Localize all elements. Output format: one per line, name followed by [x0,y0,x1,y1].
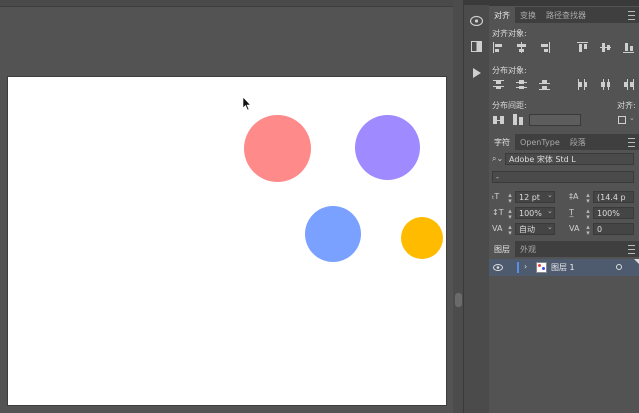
layer-name[interactable]: 图层 1 [551,262,575,273]
horizontal-scale-stepper[interactable]: ▴ ▾ [585,208,591,221]
distribute-right-icon[interactable] [623,79,634,90]
align-to-label: 对齐: [617,101,636,110]
align-bottom-icon[interactable] [623,42,634,53]
arrow-cursor-icon [242,96,252,111]
font-size-stepper[interactable]: ▴ ▾ [507,192,513,205]
tab-align[interactable]: 对齐 [489,7,515,23]
font-size-icon: ₜT [492,192,500,201]
align-panel-tabbar: 对齐 变换 路径查找器 [489,7,639,23]
collapsed-panel-strip [463,0,490,413]
align-hcenter-icon[interactable] [516,42,527,53]
scrollbar-thumb[interactable] [455,293,462,307]
tracking-icon: VA [569,224,580,233]
panel-menu-icon[interactable] [628,138,635,147]
layer-thumbnail [536,262,547,273]
canvas-workspace[interactable] [0,0,463,413]
tab-layers[interactable]: 图层 [489,241,515,257]
distribute-spacing-horizontal-icon[interactable] [513,114,524,125]
align-vcenter-icon[interactable] [600,42,611,53]
align-right-icon[interactable] [539,42,550,53]
tab-character[interactable]: 字符 [489,134,515,150]
kerning-stepper[interactable]: ▴ ▾ [507,224,513,237]
distribute-spacing-label: 分布间距: [492,101,527,110]
distribute-vcenter-icon[interactable] [516,79,527,90]
kerning-dropdown-icon[interactable]: ⌄ [547,223,553,231]
strip-header [464,0,489,5]
document-tab-strip [0,0,463,7]
vertical-scrollbar[interactable] [453,0,463,413]
tab-appearance[interactable]: 外观 [515,241,541,257]
kerning-icon: VA [492,224,503,233]
font-size-dropdown-icon[interactable]: ⌄ [547,191,553,199]
layer-color-bar [517,262,519,273]
leading-stepper[interactable]: ▴ ▾ [585,192,591,205]
spacing-value-field[interactable] [529,114,581,126]
align-to-dropdown-icon[interactable]: ⌄ [629,114,635,122]
distribute-top-icon[interactable] [493,79,504,90]
font-family-field[interactable]: Adobe 宋体 Std L [505,153,634,165]
circle-blue[interactable] [305,206,361,262]
distribute-bottom-icon[interactable] [539,79,550,90]
distribute-hcenter-icon[interactable] [600,79,611,90]
align-objects-label: 对齐对象: [492,29,527,38]
tab-transform[interactable]: 变换 [515,7,541,23]
panel-dock-header [489,0,639,6]
circle-purple[interactable] [355,115,420,180]
panel-menu-icon[interactable] [628,11,635,20]
layer-target-icon[interactable] [616,264,622,270]
libraries-icon[interactable] [469,14,484,27]
tab-pathfinder[interactable]: 路径查找器 [541,7,591,23]
expand-chevron-icon[interactable]: › [524,262,527,271]
tab-opentype[interactable]: OpenType [515,134,565,150]
artboard[interactable] [8,77,446,405]
layer-selected-corner-icon [634,259,639,264]
distribute-spacing-vertical-icon[interactable] [493,114,504,125]
font-style-field[interactable]: - [492,171,634,183]
align-to-selection-icon[interactable] [617,114,628,125]
layer-row[interactable]: › 图层 1 [489,259,639,276]
horizontal-scale-icon: T̲ [569,208,574,217]
align-top-icon[interactable] [577,42,588,53]
vertical-scale-stepper[interactable]: ▴ ▾ [507,208,513,221]
horizontal-scale-field[interactable]: 100% [593,207,634,219]
right-panels: 对齐 变换 路径查找器 对齐对象: 分布对象: 分布间距: 对齐: ⌄ 字符 O… [489,0,639,413]
visibility-eye-icon[interactable] [493,264,503,271]
font-search-icon[interactable]: ⌕⌄ [492,154,503,164]
tab-paragraph[interactable]: 段落 [565,134,591,150]
play-icon[interactable] [469,66,484,79]
vertical-scale-dropdown-icon[interactable]: ⌄ [547,207,553,215]
leading-field[interactable]: (14.4 p [593,191,634,203]
vertical-scale-icon: ↕T [492,208,504,217]
tracking-stepper[interactable]: ▴ ▾ [585,224,591,237]
leading-icon: ‡A [569,192,579,201]
distribute-objects-label: 分布对象: [492,66,527,75]
panel-menu-icon[interactable] [628,245,635,254]
tracking-field[interactable]: 0 [593,223,634,235]
character-panel-tabbar: 字符 OpenType 段落 [489,134,639,150]
distribute-left-icon[interactable] [577,79,588,90]
circle-red[interactable] [244,115,311,182]
align-left-icon[interactable] [493,42,504,53]
swatch-icon[interactable] [469,40,484,53]
layers-panel-tabbar: 图层 外观 [489,241,639,257]
circle-yellow[interactable] [401,217,443,259]
